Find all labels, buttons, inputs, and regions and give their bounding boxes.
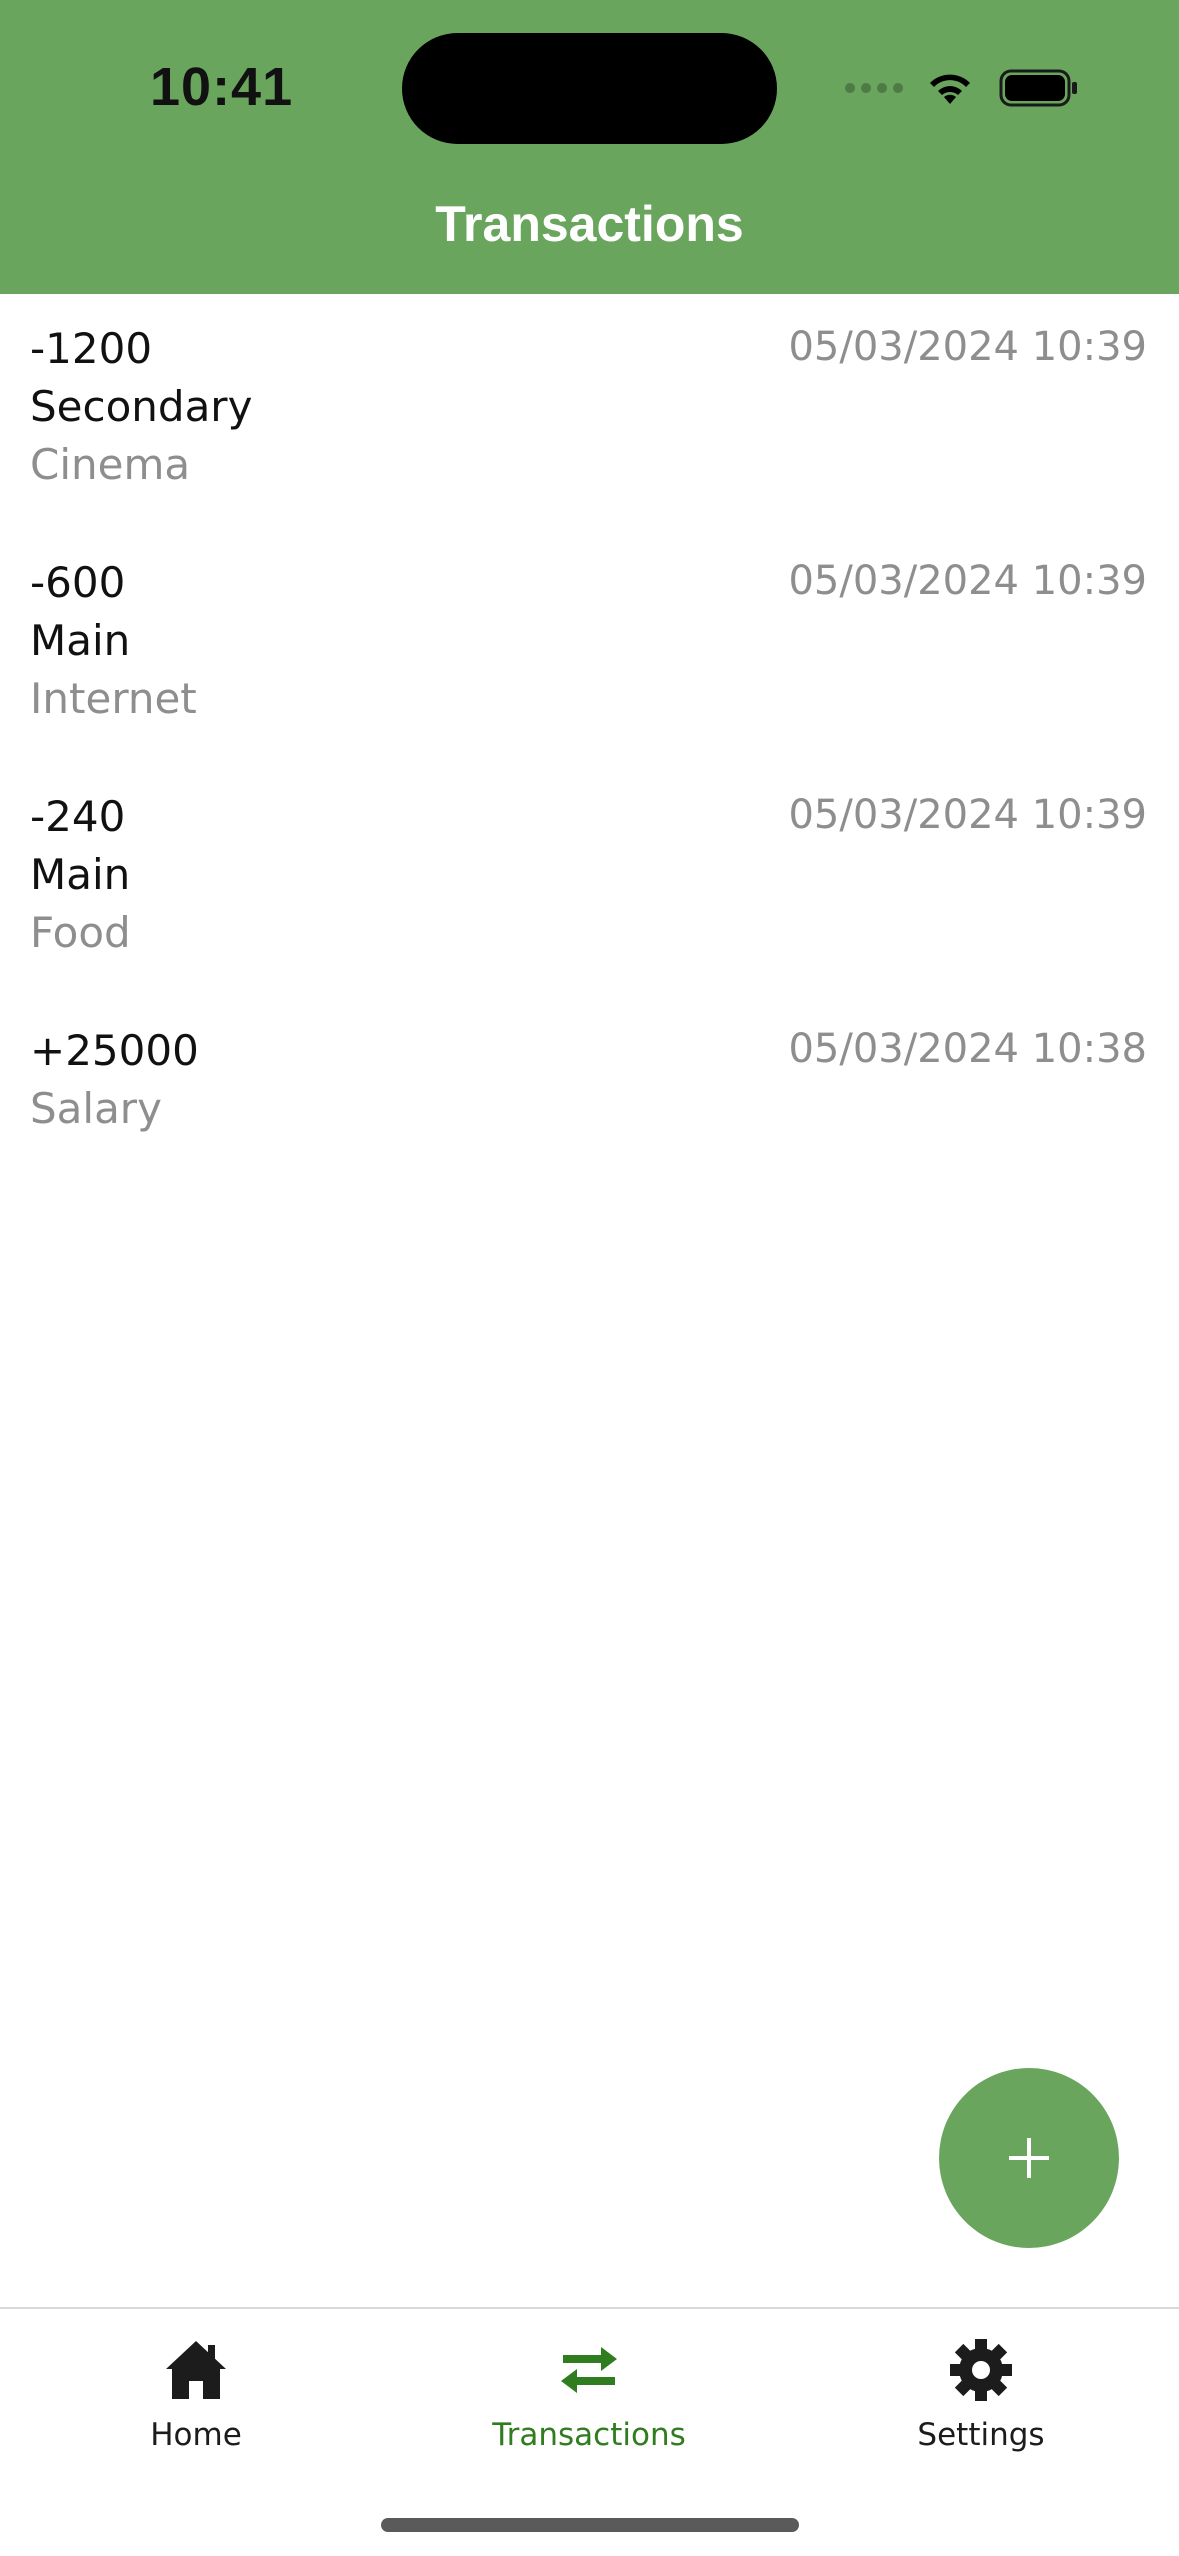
page-title: Transactions <box>435 196 744 252</box>
tab-home[interactable]: Home <box>46 2335 346 2465</box>
transaction-date: 05/03/2024 10:38 <box>788 1026 1147 1072</box>
tab-settings-label: Settings <box>917 2417 1045 2453</box>
transfer-arrows-icon <box>561 2347 617 2393</box>
transaction-category: Salary <box>30 1084 162 1133</box>
transaction-amount: -600 <box>30 558 126 607</box>
transaction-date: 05/03/2024 10:39 <box>788 792 1147 838</box>
transaction-row[interactable]: -240 Main Food 05/03/2024 10:39 <box>0 762 1179 996</box>
status-bar-icons <box>839 66 1079 110</box>
transactions-screen: 10:41 Transactions -1200 Secondary Cinem… <box>0 0 1179 2556</box>
tab-settings[interactable]: Settings <box>831 2335 1131 2465</box>
transaction-amount: -1200 <box>30 324 153 373</box>
transaction-account: Secondary <box>30 382 253 431</box>
plus-icon <box>1009 2138 1049 2178</box>
status-bar-time: 10:41 <box>150 57 294 117</box>
tab-transactions-label: Transactions <box>492 2417 686 2453</box>
transaction-category: Internet <box>30 674 197 723</box>
tab-transactions[interactable]: Transactions <box>439 2335 739 2465</box>
home-icon <box>166 2341 226 2399</box>
cellular-signal-icon <box>839 83 903 93</box>
transaction-category: Food <box>30 908 131 957</box>
transaction-date: 05/03/2024 10:39 <box>788 558 1147 604</box>
gear-icon <box>950 2339 1012 2401</box>
add-transaction-button[interactable] <box>939 2068 1119 2248</box>
transaction-row[interactable]: +25000 Salary 05/03/2024 10:38 <box>0 996 1179 1176</box>
home-indicator <box>381 2518 799 2532</box>
transaction-list: -1200 Secondary Cinema 05/03/2024 10:39 … <box>0 294 1179 1176</box>
app-header: 10:41 Transactions <box>0 0 1179 294</box>
transaction-date: 05/03/2024 10:39 <box>788 324 1147 370</box>
transaction-amount: +25000 <box>30 1026 199 1075</box>
transaction-account: Main <box>30 850 131 899</box>
dynamic-island <box>402 33 777 144</box>
tab-home-label: Home <box>150 2417 242 2453</box>
transaction-category: Cinema <box>30 440 191 489</box>
transaction-row[interactable]: -600 Main Internet 05/03/2024 10:39 <box>0 528 1179 762</box>
transaction-row[interactable]: -1200 Secondary Cinema 05/03/2024 10:39 <box>0 294 1179 528</box>
battery-icon <box>999 69 1077 107</box>
wifi-icon <box>930 74 970 104</box>
transaction-amount: -240 <box>30 792 126 841</box>
transaction-account: Main <box>30 616 131 665</box>
